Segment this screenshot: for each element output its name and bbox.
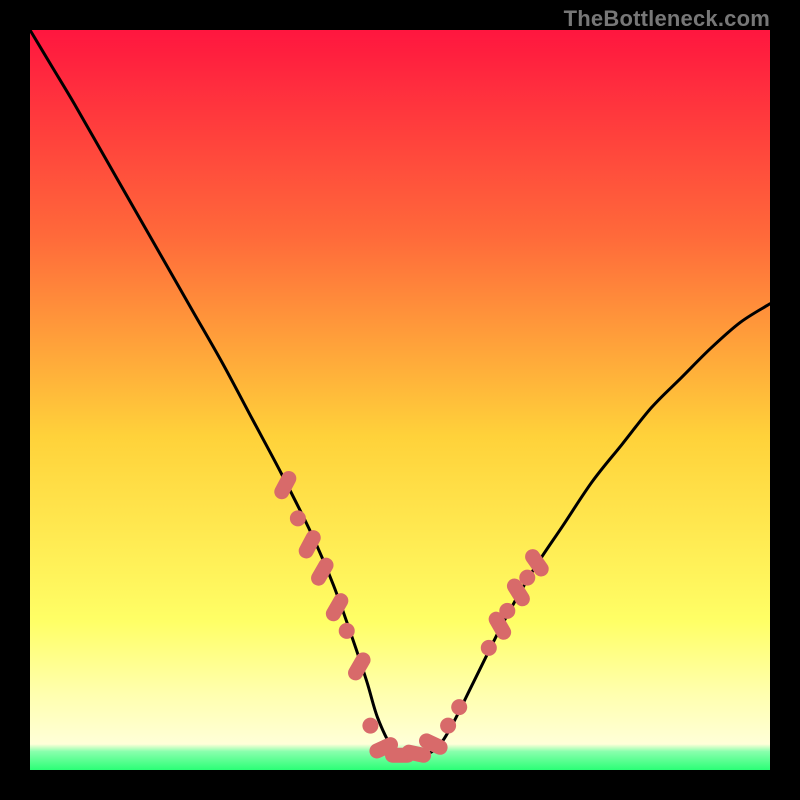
data-marker-dot <box>481 640 497 656</box>
chart-frame <box>30 30 770 770</box>
data-marker-dot <box>519 570 535 586</box>
data-marker-dot <box>451 699 467 715</box>
data-marker-dot <box>290 510 306 526</box>
data-marker-dot <box>339 623 355 639</box>
data-marker-dot <box>440 718 456 734</box>
data-marker-dot <box>499 603 515 619</box>
attribution-text: TheBottleneck.com <box>564 6 770 32</box>
plot-area <box>30 30 770 770</box>
data-marker-dot <box>362 718 378 734</box>
bottleneck-chart-svg <box>30 30 770 770</box>
